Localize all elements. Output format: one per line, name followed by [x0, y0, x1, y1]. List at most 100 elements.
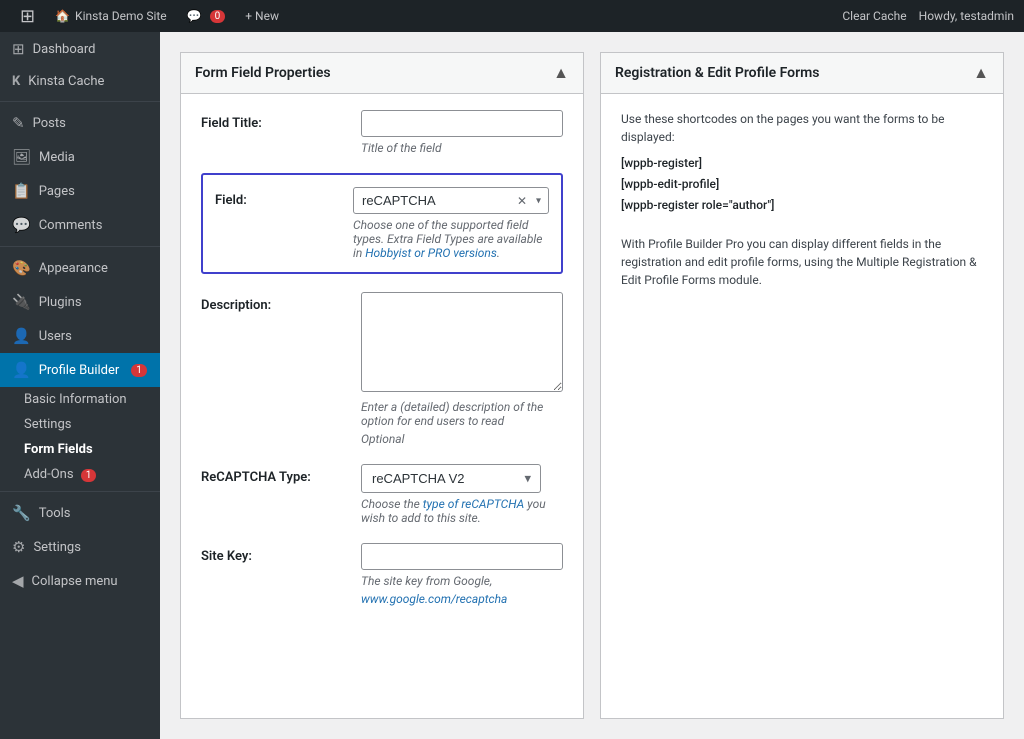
site-key-hint1: The site key from Google,: [361, 574, 563, 588]
kinsta-icon: K: [12, 74, 20, 89]
recaptcha-type-hint-link[interactable]: type of reCAPTCHA: [423, 497, 524, 511]
description-textarea[interactable]: [361, 292, 563, 392]
site-key-control: The site key from Google, www.google.com…: [361, 543, 563, 606]
sidebar-item-users[interactable]: 👤 Users: [0, 319, 160, 353]
sidebar-item-plugins[interactable]: 🔌 Plugins: [0, 285, 160, 319]
field-row: Field: reCAPTCHA ✕ ▾ Choose one of the s…: [215, 187, 549, 260]
shortcode-register-author: [wppb-register role="author"]: [621, 196, 983, 214]
collapse-icon: ◀: [12, 572, 24, 590]
sidebar-label-tools: Tools: [39, 506, 71, 521]
site-name-button[interactable]: 🏠 Kinsta Demo Site: [45, 0, 177, 32]
add-ons-badge: 1: [81, 469, 97, 482]
field-title-hint: Title of the field: [361, 141, 563, 155]
comments-icon: 💬: [12, 216, 31, 234]
registration-panel-collapse-icon[interactable]: ▲: [973, 63, 989, 83]
sidebar-item-kinsta-cache[interactable]: K Kinsta Cache: [0, 66, 160, 97]
site-name: Kinsta Demo Site: [75, 9, 167, 23]
sidebar-label-pages: Pages: [39, 184, 75, 199]
field-hint-link[interactable]: Hobbyist or PRO versions: [365, 246, 497, 260]
recaptcha-type-hint: Choose the type of reCAPTCHA you wish to…: [361, 497, 563, 525]
panel-collapse-icon[interactable]: ▲: [553, 63, 569, 83]
sidebar-label-dashboard: Dashboard: [33, 42, 96, 57]
sidebar-label-plugins: Plugins: [39, 295, 82, 310]
sidebar-label-collapse: Collapse menu: [32, 574, 118, 589]
sidebar-label-appearance: Appearance: [39, 261, 108, 276]
users-icon: 👤: [12, 327, 31, 345]
field-title-control: Title of the field: [361, 110, 563, 155]
field-title-label: Field Title:: [201, 110, 361, 131]
comment-count: 0: [210, 10, 226, 23]
field-label: Field:: [215, 187, 353, 208]
sidebar-item-posts[interactable]: ✎ Posts: [0, 106, 160, 140]
wp-logo-button[interactable]: ⊞: [10, 0, 45, 32]
sidebar-label-profile-builder: Profile Builder: [39, 363, 120, 378]
form-panel-body: Field Title: Title of the field Field:: [181, 94, 583, 640]
recaptcha-type-select-container: reCAPTCHA V2 reCAPTCHA V3: [361, 464, 541, 493]
media-icon: 🖼: [12, 148, 31, 166]
registration-forms-panel: Registration & Edit Profile Forms ▲ Use …: [600, 52, 1004, 719]
form-panel-title: Form Field Properties: [195, 65, 331, 81]
field-title-row: Field Title: Title of the field: [201, 110, 563, 155]
sidebar-divider-1: [0, 101, 160, 102]
form-field-properties-panel: Form Field Properties ▲ Field Title: Tit…: [180, 52, 584, 719]
comments-button[interactable]: 💬 0: [177, 0, 236, 32]
tools-icon: 🔧: [12, 504, 31, 522]
sidebar-label-media: Media: [39, 150, 75, 165]
select-clear-icon[interactable]: ✕: [517, 194, 527, 208]
field-title-input[interactable]: [361, 110, 563, 137]
field-control-wrap: reCAPTCHA ✕ ▾ Choose one of the supporte…: [353, 187, 549, 260]
sidebar-item-tools[interactable]: 🔧 Tools: [0, 496, 160, 530]
form-panel-header: Form Field Properties ▲: [181, 53, 583, 94]
comment-icon: 💬: [187, 9, 202, 23]
sidebar-label-posts: Posts: [33, 116, 66, 131]
registration-forms-description: Use these shortcodes on the pages you wa…: [621, 110, 983, 146]
sidebar-sub-add-ons[interactable]: Add-Ons 1: [0, 462, 160, 487]
dashboard-icon: ⊞: [12, 40, 25, 58]
sidebar-label-kinsta-cache: Kinsta Cache: [28, 74, 104, 89]
site-key-label: Site Key:: [201, 543, 361, 564]
recaptcha-type-control: reCAPTCHA V2 reCAPTCHA V3 Choose the typ…: [361, 464, 563, 525]
new-label: + New: [245, 9, 279, 23]
registration-forms-note: With Profile Builder Pro you can display…: [621, 235, 983, 289]
plugins-icon: 🔌: [12, 293, 31, 311]
description-label: Description:: [201, 292, 361, 313]
sidebar: ⊞ Dashboard K Kinsta Cache ✎ Posts 🖼 Med…: [0, 32, 160, 739]
recaptcha-type-select[interactable]: reCAPTCHA V2 reCAPTCHA V3: [361, 464, 541, 493]
sidebar-divider-3: [0, 491, 160, 492]
wp-logo-icon: ⊞: [20, 6, 35, 27]
sidebar-item-collapse[interactable]: ◀ Collapse menu: [0, 564, 160, 598]
admin-bar: ⊞ 🏠 Kinsta Demo Site 💬 0 + New Clear Cac…: [0, 0, 1024, 32]
profile-builder-icon: 👤: [12, 361, 31, 379]
sidebar-item-settings[interactable]: ⚙ Settings: [0, 530, 160, 564]
description-control: Enter a (detailed) description of the op…: [361, 292, 563, 446]
sidebar-sub-settings[interactable]: Settings: [0, 412, 160, 437]
sidebar-label-settings: Settings: [33, 540, 80, 555]
sidebar-item-profile-builder[interactable]: 👤 Profile Builder 1: [0, 353, 160, 387]
sidebar-item-dashboard[interactable]: ⊞ Dashboard: [0, 32, 160, 66]
appearance-icon: 🎨: [12, 259, 31, 277]
sidebar-item-appearance[interactable]: 🎨 Appearance: [0, 251, 160, 285]
site-key-row: Site Key: The site key from Google, www.…: [201, 543, 563, 606]
description-hint2: Optional: [361, 432, 563, 446]
sidebar-sub-basic-information[interactable]: Basic Information: [0, 387, 160, 412]
site-key-input[interactable]: [361, 543, 563, 570]
shortcode-register: [wppb-register]: [621, 154, 983, 172]
shortcode-edit-profile: [wppb-edit-profile]: [621, 175, 983, 193]
new-button[interactable]: + New: [235, 0, 289, 32]
clear-cache-button[interactable]: Clear Cache: [842, 9, 906, 23]
sidebar-item-media[interactable]: 🖼 Media: [0, 140, 160, 174]
howdy-text: Howdy, testadmin: [919, 9, 1014, 23]
sidebar-sub-form-fields[interactable]: Form Fields: [0, 437, 160, 462]
sidebar-item-pages[interactable]: 📋 Pages: [0, 174, 160, 208]
field-select-container: reCAPTCHA ✕ ▾: [353, 187, 549, 214]
posts-icon: ✎: [12, 114, 25, 132]
sidebar-item-comments[interactable]: 💬 Comments: [0, 208, 160, 242]
sidebar-label-comments: Comments: [39, 218, 103, 233]
description-row: Description: Enter a (detailed) descript…: [201, 292, 563, 446]
sidebar-label-users: Users: [39, 329, 72, 344]
site-key-hint-link[interactable]: www.google.com/recaptcha: [361, 592, 507, 606]
registration-forms-title: Registration & Edit Profile Forms: [615, 65, 819, 81]
field-hint: Choose one of the supported field types.…: [353, 218, 549, 260]
site-icon: 🏠: [55, 9, 70, 23]
registration-forms-body: Use these shortcodes on the pages you wa…: [601, 94, 1003, 313]
